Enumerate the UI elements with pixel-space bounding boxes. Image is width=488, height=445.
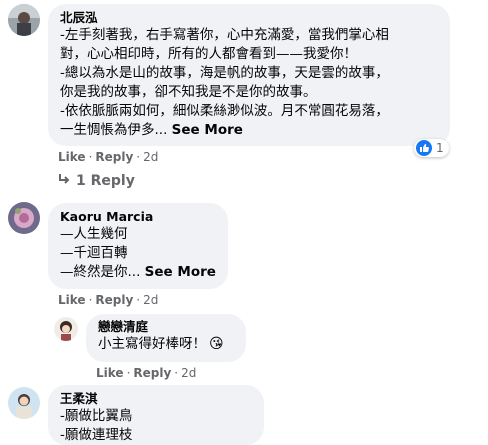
comment-actions: Like · Reply · 2d xyxy=(58,293,159,307)
comment-text-line: -依依脈脈兩如何，細似柔絲渺似波。月不常圓花易落， xyxy=(60,103,389,119)
like-button[interactable]: Like xyxy=(96,366,124,380)
timestamp[interactable]: 2d xyxy=(143,150,158,164)
reply-button[interactable]: Reply xyxy=(133,366,171,380)
comment-bubble: 北辰泓 -左手刻著我，右手寫著你，心中充滿愛，當我們掌心相 對，心心相印時，所有… xyxy=(48,4,450,146)
comment-text-line: 對，心心相印時，所有的人都會看到——我愛你！ xyxy=(60,46,357,62)
comment-author[interactable]: 王柔淇 xyxy=(60,391,252,407)
replies-count-label: 1 Reply xyxy=(76,173,135,189)
kiss-emoji-icon: 😘 xyxy=(209,336,224,352)
avatar[interactable] xyxy=(8,202,40,234)
like-reaction-icon xyxy=(416,140,432,156)
reply-button[interactable]: Reply xyxy=(95,293,133,307)
timestamp[interactable]: 2d xyxy=(143,293,158,307)
reply-arrow-icon xyxy=(58,173,70,189)
see-more-link[interactable]: See More xyxy=(145,264,216,280)
reaction-badge[interactable]: 1 xyxy=(414,139,449,157)
reply-bubble: 戀戀清庭 小主寫得好棒呀！ 😘 xyxy=(86,314,246,362)
reaction-count: 1 xyxy=(436,141,444,155)
comment-text-line: 一生惆悵為伊多... See More xyxy=(60,121,438,140)
comment-text-line: 你是我的故事，卻不知我是不是你的故事。 xyxy=(60,84,317,100)
avatar[interactable] xyxy=(8,387,40,419)
comment-author[interactable]: Kaoru Marcia xyxy=(60,209,216,225)
comment-text-line: -願做比翼鳥 xyxy=(60,408,133,424)
comment-author[interactable]: 北辰泓 xyxy=(60,10,438,26)
comment-author[interactable]: 戀戀清庭 xyxy=(98,319,234,335)
comment-actions: Like · Reply · 2d xyxy=(58,150,159,164)
comment-text-line: 小主寫得好棒呀！ 😘 xyxy=(98,335,234,354)
comment-text-line: —終然是你... See More xyxy=(60,263,216,282)
avatar[interactable] xyxy=(54,317,78,341)
comment-text-line: -左手刻著我，右手寫著你，心中充滿愛，當我們掌心相 xyxy=(60,27,389,43)
comment-text: —終然是你... xyxy=(60,264,141,280)
comment-bubble: 王柔淇 -願做比翼鳥 -願做連理枝 xyxy=(48,385,264,445)
comment-text-line: —千迴百轉 xyxy=(60,245,128,261)
like-button[interactable]: Like xyxy=(58,293,86,307)
comment-actions: Like · Reply · 2d xyxy=(96,366,197,380)
timestamp[interactable]: 2d xyxy=(181,366,196,380)
comment-text-line: —人生幾何 xyxy=(60,226,128,242)
comment-text-line: -總以為水是山的故事，海是帆的故事，天是雲的故事， xyxy=(60,65,389,81)
comment-text: 小主寫得好棒呀！ xyxy=(98,336,206,352)
comment-bubble: Kaoru Marcia —人生幾何 —千迴百轉 —終然是你... See Mo… xyxy=(48,203,228,289)
reply-button[interactable]: Reply xyxy=(95,150,133,164)
like-button[interactable]: Like xyxy=(58,150,86,164)
avatar[interactable] xyxy=(8,4,40,36)
see-more-link[interactable]: See More xyxy=(172,122,243,138)
comment-text: 一生惆悵為伊多... xyxy=(60,122,168,138)
view-replies-link[interactable]: 1 Reply xyxy=(58,173,135,189)
comment-text-line: -願做連理枝 xyxy=(60,427,133,443)
